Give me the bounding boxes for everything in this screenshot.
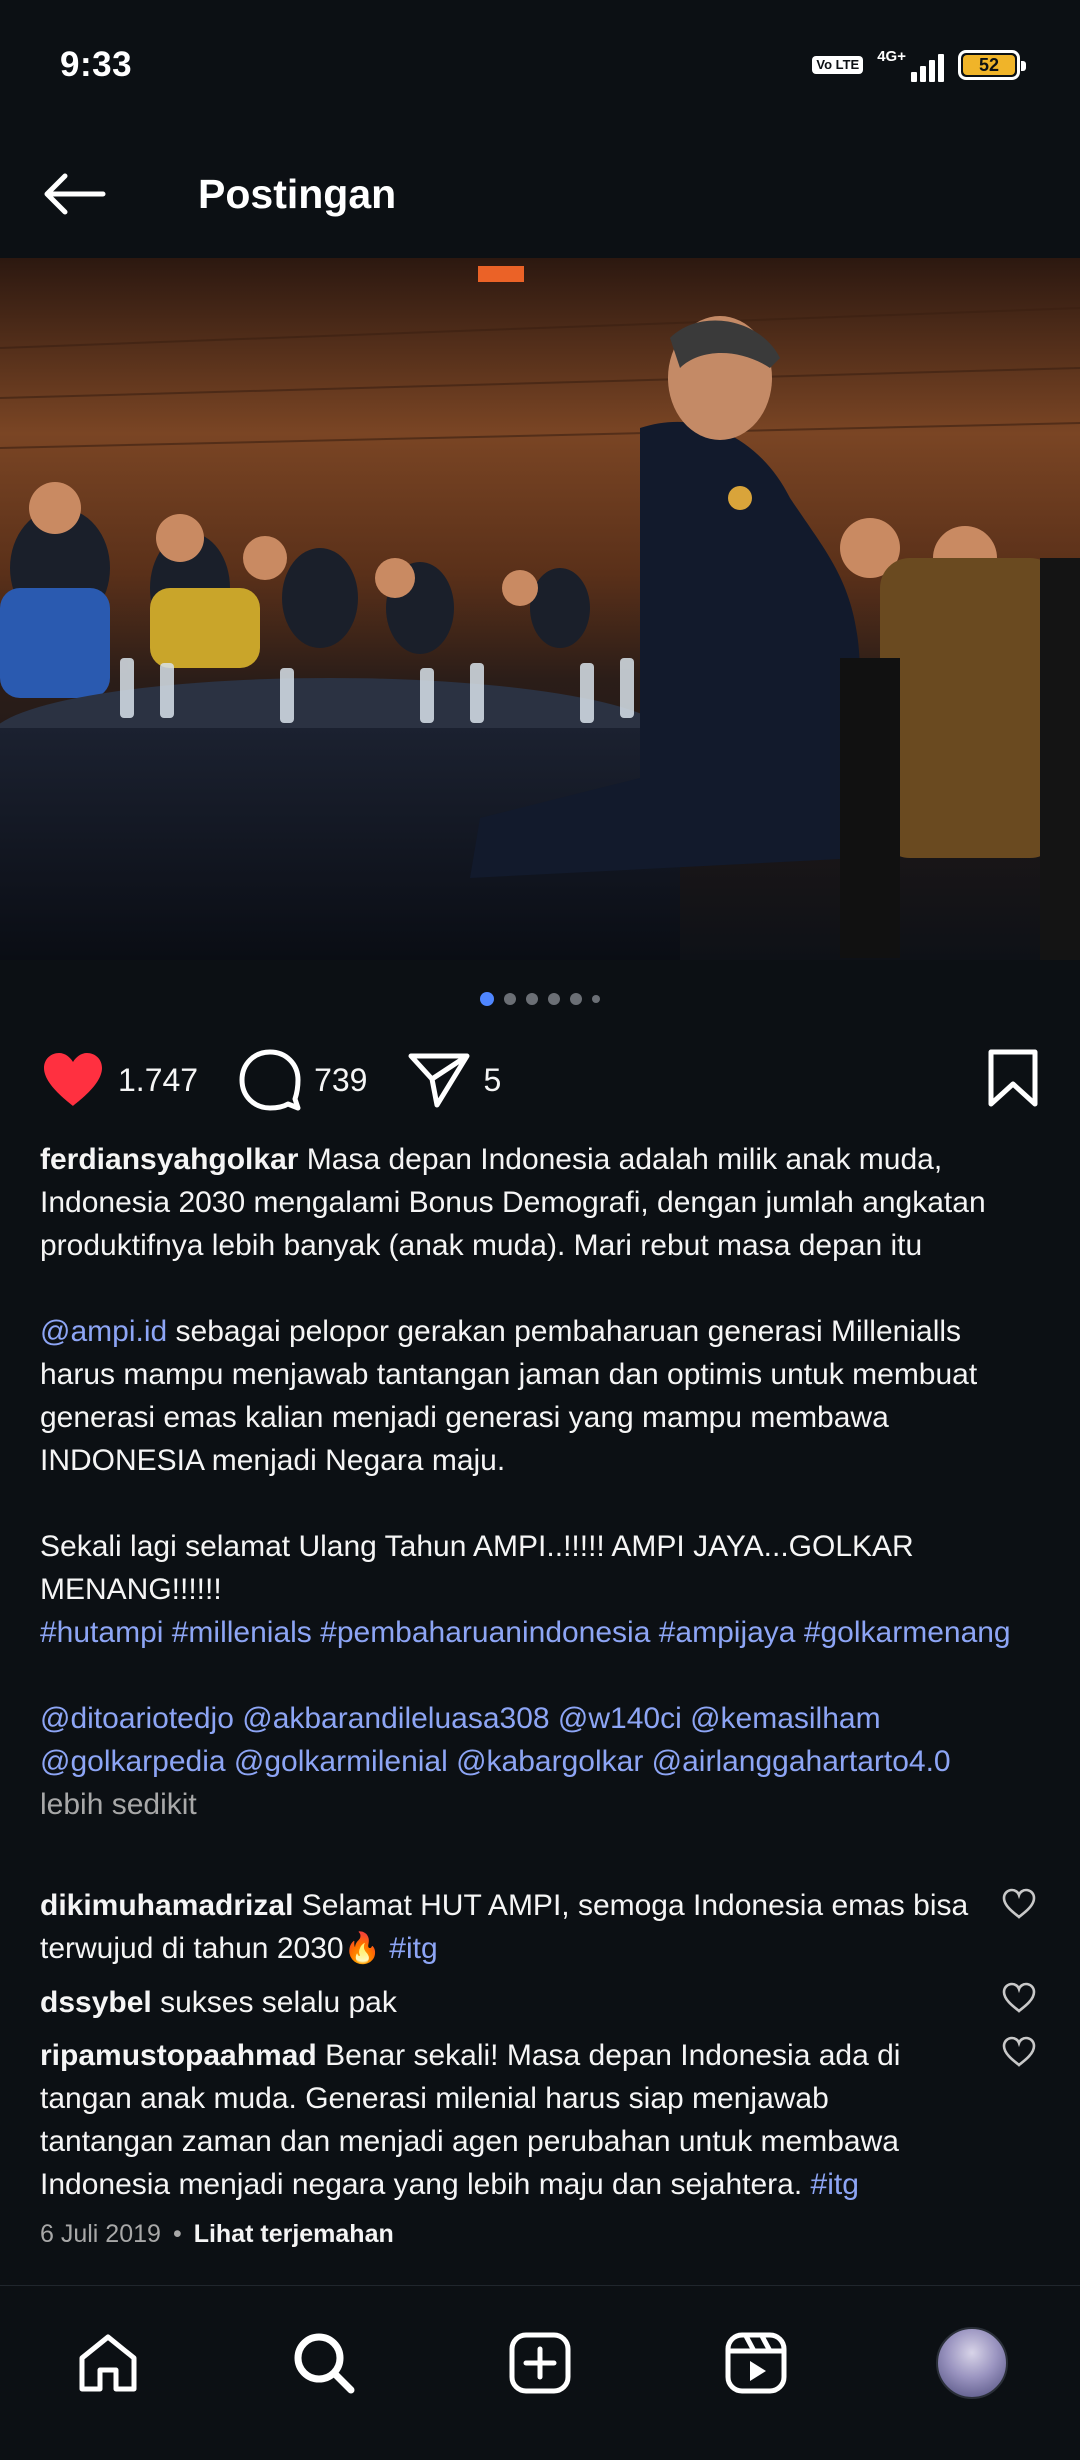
home-icon[interactable] (76, 2332, 140, 2394)
caption-hashtags[interactable]: #hutampi #millenials #pembaharuanindones… (40, 1611, 1040, 1654)
app-header: Postingan (0, 130, 1080, 258)
post-photo-illustration (0, 258, 1080, 960)
heart-outline-icon[interactable] (1002, 1888, 1036, 1920)
heart-filled-icon[interactable] (40, 1050, 106, 1110)
carousel-dot (526, 993, 538, 1005)
bottom-nav (0, 2285, 1080, 2460)
volte-icon: Vo LTE (812, 56, 864, 74)
comment-count[interactable]: 739 (314, 1062, 367, 1099)
nav-reels[interactable] (701, 2308, 811, 2418)
post-caption: ferdiansyahgolkar Masa depan Indonesia a… (40, 1138, 1040, 1826)
battery-icon: 52 (958, 50, 1026, 80)
post-meta: 6 Juli 2019 • Lihat terjemahan (40, 2220, 394, 2249)
network-label: 4G+ (877, 48, 906, 65)
status-bar: 9:33 Vo LTE 4G+ 52 (0, 0, 1080, 130)
comment-icon[interactable] (238, 1048, 302, 1112)
nav-home[interactable] (53, 2308, 163, 2418)
comment-username[interactable]: ripamustopaahmad (40, 2039, 317, 2072)
caption-text: sebagai pelopor gerakan pembaharuan gene… (40, 1315, 978, 1477)
reels-icon[interactable] (724, 2331, 788, 2395)
translate-link[interactable]: Lihat terjemahan (194, 2220, 394, 2249)
caption-mentions[interactable]: @ditoariotedjo @akbarandileluasa308 @w14… (40, 1697, 1040, 1783)
comment-username[interactable]: dssybel (40, 1986, 152, 2019)
comment-item: dssybel sukses selalu pak (40, 1981, 970, 2024)
create-icon[interactable] (508, 2331, 572, 2395)
comment-hashtag[interactable]: #itg (389, 1932, 437, 1965)
bookmark-button[interactable] (986, 1048, 1040, 1113)
caption-mention[interactable]: @ampi.id (40, 1315, 167, 1348)
nav-create[interactable] (485, 2308, 595, 2418)
battery-level: 52 (963, 55, 1015, 75)
status-icons: Vo LTE 4G+ 52 (812, 48, 1026, 82)
caption-paragraph: ferdiansyahgolkar Masa depan Indonesia a… (40, 1138, 1040, 1267)
comment-action[interactable]: 739 (238, 1048, 407, 1112)
share-count[interactable]: 5 (483, 1062, 501, 1099)
post-image[interactable] (0, 258, 1080, 960)
carousel-indicator (0, 992, 1080, 1006)
like-action[interactable]: 1.747 (40, 1050, 238, 1110)
carousel-dot (570, 993, 582, 1005)
heart-outline-icon[interactable] (1002, 1982, 1036, 2014)
nav-search[interactable] (269, 2308, 379, 2418)
nav-profile[interactable] (917, 2308, 1027, 2418)
caption-text: Sekali lagi selamat Ulang Tahun AMPI..!!… (40, 1530, 914, 1606)
heart-outline-icon[interactable] (1002, 2036, 1036, 2068)
arrow-left-icon (44, 173, 106, 215)
send-icon[interactable] (407, 1051, 471, 1109)
post-actions: 1.747 739 5 (0, 1040, 1080, 1120)
share-action[interactable]: 5 (407, 1051, 541, 1109)
caption-username[interactable]: ferdiansyahgolkar (40, 1143, 298, 1176)
comment-item: dikimuhamadrizal Selamat HUT AMPI, semog… (40, 1884, 970, 1970)
comment-username[interactable]: dikimuhamadrizal (40, 1889, 293, 1922)
comment-like-button[interactable] (1002, 2036, 1036, 2073)
status-time: 9:33 (60, 45, 133, 84)
meta-separator: • (172, 2220, 182, 2248)
bookmark-icon[interactable] (986, 1048, 1040, 1108)
comment-hashtag[interactable]: #itg (811, 2168, 859, 2201)
carousel-dot (504, 993, 516, 1005)
signal-icon: 4G+ (877, 48, 944, 82)
post-date: 6 Juli 2019 (40, 2220, 161, 2248)
back-button[interactable] (15, 130, 135, 258)
carousel-dot (592, 995, 600, 1003)
caption-paragraph: @ampi.id sebagai pelopor gerakan pembaha… (40, 1310, 1040, 1482)
less-link[interactable]: lebih sedikit (40, 1783, 1040, 1826)
carousel-dot (480, 992, 494, 1006)
comment-like-button[interactable] (1002, 1888, 1036, 1925)
page-title: Postingan (198, 170, 397, 217)
like-count[interactable]: 1.747 (118, 1062, 198, 1099)
comment-like-button[interactable] (1002, 1982, 1036, 2019)
comment-item: ripamustopaahmad Benar sekali! Masa depa… (40, 2034, 970, 2206)
carousel-dot (548, 993, 560, 1005)
comment-text: sukses selalu pak (160, 1986, 397, 2019)
profile-avatar[interactable] (936, 2327, 1008, 2399)
search-icon[interactable] (292, 2331, 356, 2395)
